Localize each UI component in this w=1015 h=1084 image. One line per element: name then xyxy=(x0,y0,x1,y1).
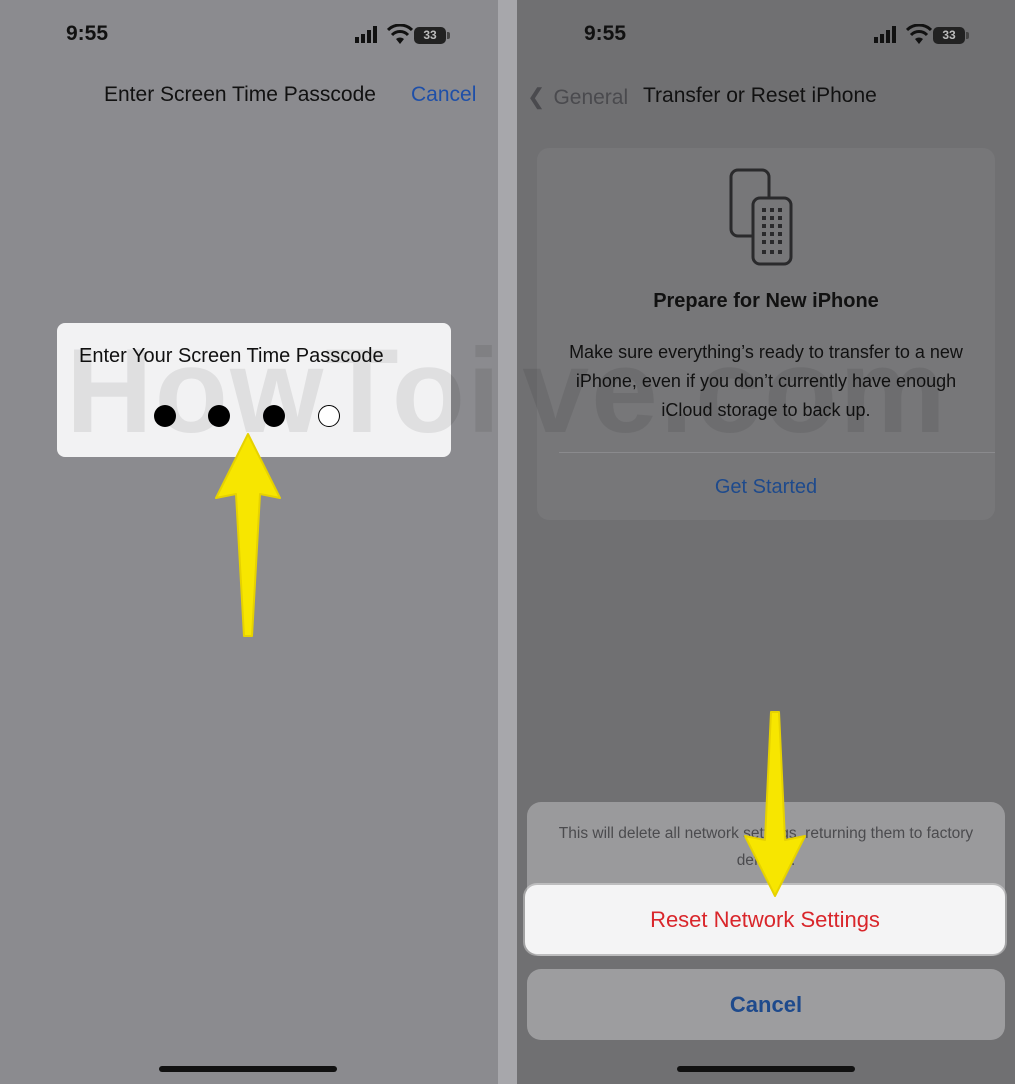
reset-network-settings-button[interactable]: Reset Network Settings xyxy=(525,885,1005,954)
passcode-dot-empty xyxy=(318,405,340,427)
action-sheet-message: This will delete all network settings, r… xyxy=(558,825,974,869)
battery-tip xyxy=(966,32,969,39)
right-screenshot: 9:55 33 ❮ General Transfer or Reset iPhon… xyxy=(517,0,1015,1084)
passcode-prompt: Enter Your Screen Time Passcode xyxy=(79,345,384,367)
passcode-dot-filled xyxy=(263,405,285,427)
status-time: 9:55 xyxy=(584,22,627,45)
action-sheet-cancel-button[interactable]: Cancel xyxy=(527,969,1005,1040)
wifi-icon xyxy=(906,24,932,44)
card-title: Prepare for New iPhone xyxy=(653,290,879,312)
home-indicator xyxy=(677,1066,855,1072)
back-label: General xyxy=(553,86,629,109)
nav-title: Transfer or Reset iPhone xyxy=(643,84,877,107)
status-time: 9:55 xyxy=(66,22,109,45)
battery-tip xyxy=(447,32,450,39)
left-screenshot: 9:55 33 Enter Screen Time Passcode Cance… xyxy=(0,0,498,1084)
battery-icon: 33 xyxy=(933,27,965,44)
passcode-dot-filled xyxy=(154,405,176,427)
panel-divider xyxy=(498,0,517,1084)
home-indicator xyxy=(159,1066,337,1072)
back-button[interactable]: ❮ General xyxy=(527,84,628,110)
passcode-dialog: Enter Your Screen Time Passcode xyxy=(57,323,451,457)
prepare-card: Prepare for New iPhone Make sure everyth… xyxy=(537,148,995,520)
up-arrow-annotation xyxy=(215,433,281,637)
nav-title: Enter Screen Time Passcode xyxy=(104,83,376,106)
card-description: Make sure everything’s ready to transfer… xyxy=(569,342,963,420)
transfer-phones-icon xyxy=(729,168,793,266)
card-divider xyxy=(559,452,995,453)
passcode-dot-filled xyxy=(208,405,230,427)
cellular-signal-icon xyxy=(355,26,377,43)
cancel-button[interactable]: Cancel xyxy=(411,83,476,107)
cellular-signal-icon xyxy=(874,26,896,43)
chevron-left-icon: ❮ xyxy=(527,84,546,109)
get-started-button[interactable]: Get Started xyxy=(537,476,995,499)
wifi-icon xyxy=(387,24,413,44)
battery-icon: 33 xyxy=(414,27,446,44)
